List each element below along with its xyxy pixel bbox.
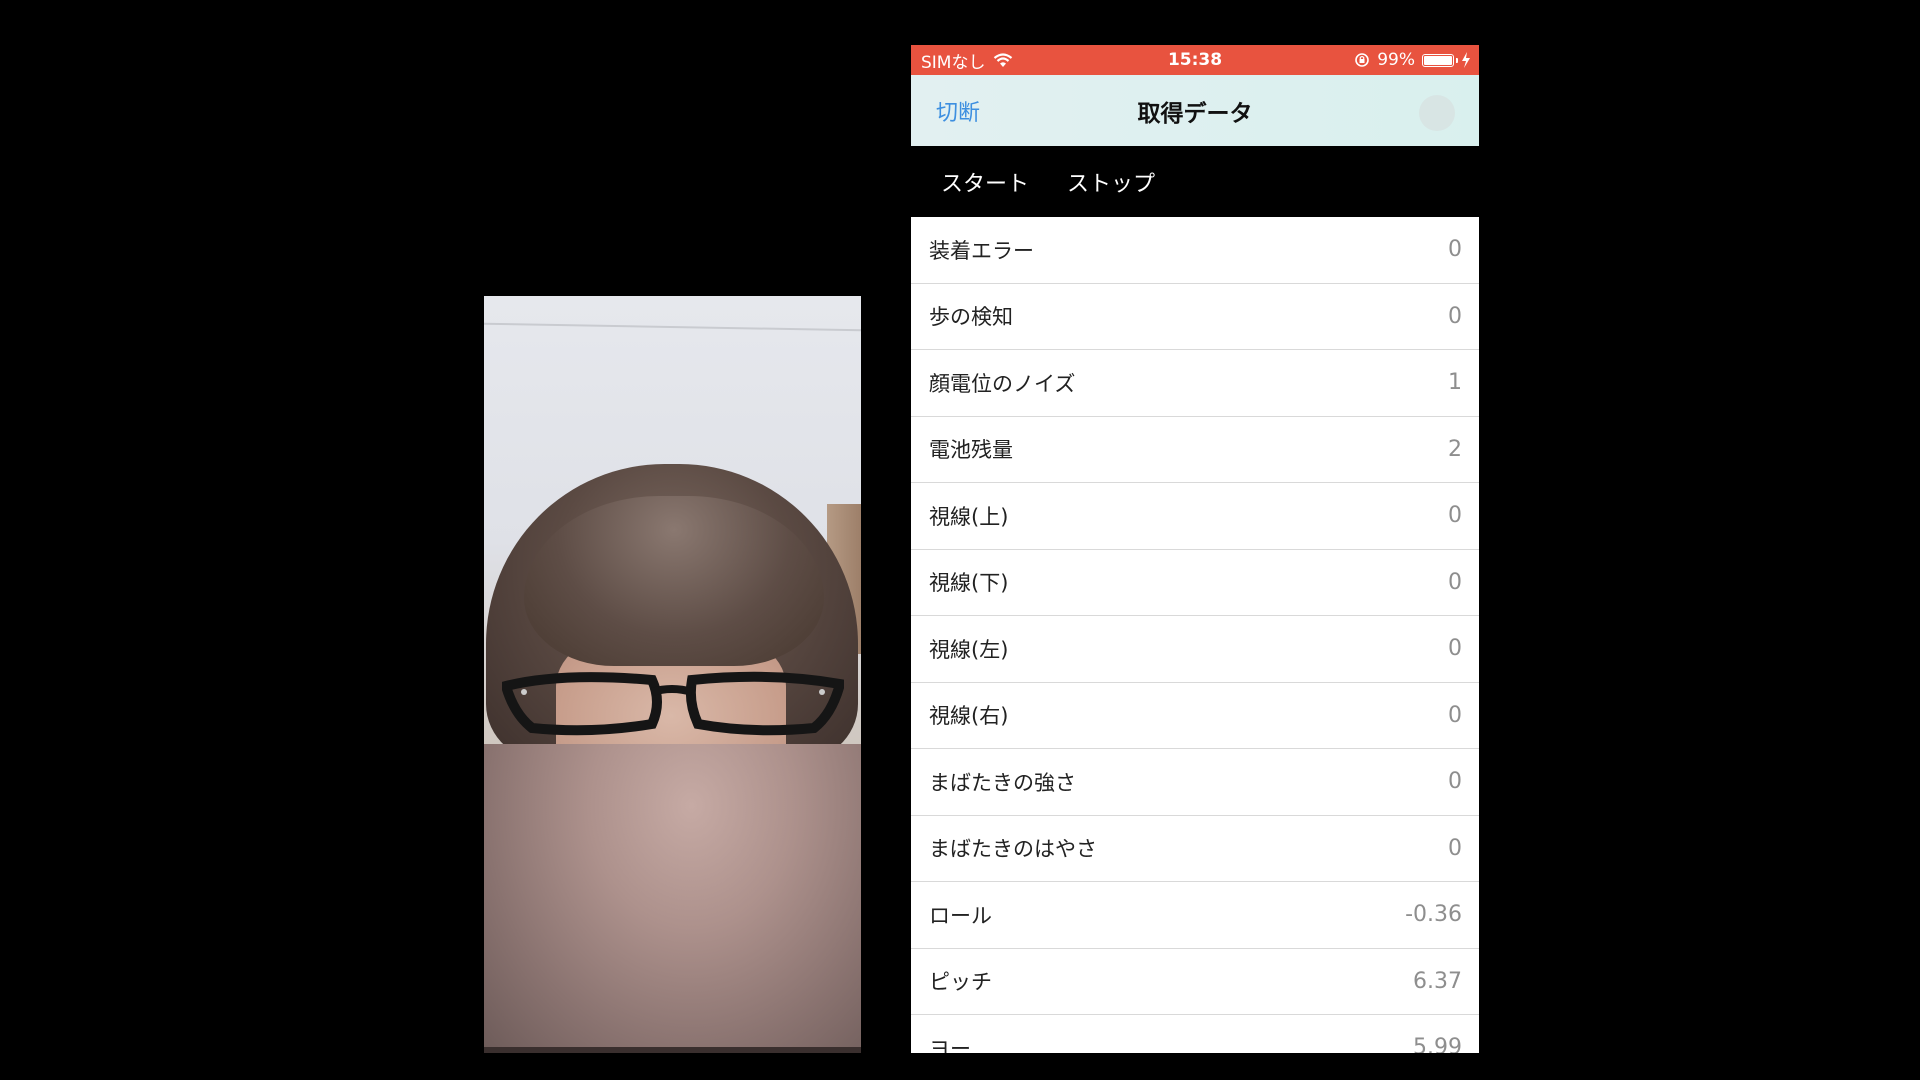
list-item-value: 0	[1448, 303, 1462, 329]
list-item[interactable]: 視線(下) 0	[911, 550, 1479, 616]
phone-screen: SIMなし 15:38 99% 切断 取得データ スタート ストップ 装着エラー…	[911, 45, 1479, 1053]
page-title: 取得データ	[1137, 100, 1253, 127]
list-item-value: 0	[1448, 237, 1462, 263]
list-item-value: 0	[1448, 503, 1462, 529]
status-time: 15:38	[1167, 50, 1223, 70]
disconnect-button[interactable]: 切断	[936, 95, 980, 127]
list-item-value: -0.36	[1405, 902, 1462, 928]
list-item-label: ヨー	[929, 1036, 971, 1053]
list-item[interactable]: 顔電位のノイズ 1	[911, 350, 1479, 417]
list-item-label: ピッチ	[929, 970, 992, 995]
carrier-label: SIMなし	[921, 52, 986, 73]
start-button[interactable]: スタート	[941, 166, 1029, 198]
person-bangs	[524, 496, 824, 666]
glasses-icon	[502, 671, 844, 736]
list-item[interactable]: 視線(右) 0	[911, 683, 1479, 749]
list-item-label: 視線(上)	[929, 504, 1009, 529]
wifi-icon	[994, 52, 1013, 67]
orientation-lock-icon	[1355, 53, 1370, 67]
list-item[interactable]: ピッチ 6.37	[911, 949, 1479, 1015]
toolbar: スタート ストップ	[911, 146, 1479, 217]
list-item-value: 6.37	[1413, 968, 1462, 994]
list-item-label: まばたきのはやさ	[929, 837, 1097, 862]
list-item-label: まばたきの強さ	[929, 770, 1076, 795]
list-item-label: 視線(左)	[929, 637, 1009, 662]
list-item[interactable]: まばたきの強さ 0	[911, 749, 1479, 816]
list-item-label: 装着エラー	[929, 238, 1034, 263]
list-item[interactable]: まばたきのはやさ 0	[911, 816, 1479, 882]
battery-level	[1424, 55, 1452, 65]
list-item-value: 0	[1448, 636, 1462, 662]
list-item-value: 0	[1448, 769, 1462, 795]
camera-preview	[484, 296, 861, 1053]
charging-bolt-icon	[1462, 52, 1470, 68]
list-item-value: 1	[1448, 370, 1462, 396]
list-item-label: 電池残量	[929, 438, 1013, 463]
status-left: SIMなし	[921, 48, 1013, 73]
status-right: 99%	[1354, 50, 1471, 70]
list-item[interactable]: 電池残量 2	[911, 417, 1479, 483]
list-item[interactable]: 装着エラー 0	[911, 217, 1479, 284]
navigation-bar: 切断 取得データ	[911, 75, 1479, 146]
battery-percent: 99%	[1377, 50, 1415, 70]
list-item-value: 5.99	[1413, 1035, 1462, 1053]
list-item-label: 顔電位のノイズ	[929, 371, 1076, 396]
nav-right-button[interactable]	[1419, 95, 1455, 131]
list-item-label: 歩の検知	[929, 305, 1013, 330]
ceiling-line	[484, 322, 861, 332]
battery-icon	[1422, 53, 1458, 67]
status-bar: SIMなし 15:38 99%	[911, 45, 1479, 75]
camera-bottom-edge	[484, 1047, 861, 1053]
list-item-value: 0	[1448, 569, 1462, 595]
list-item-value: 0	[1448, 835, 1462, 861]
list-item-label: ロール	[929, 903, 992, 928]
data-list: 装着エラー 0 歩の検知 0 顔電位のノイズ 1 電池残量 2 視線(上) 0 視線(下) 0 視線(左…	[911, 217, 1479, 1053]
list-item[interactable]: 視線(上) 0	[911, 483, 1479, 550]
list-item[interactable]: 視線(左) 0	[911, 616, 1479, 683]
list-item[interactable]: ヨー 5.99	[911, 1015, 1479, 1053]
blurred-region	[484, 744, 861, 1053]
list-item-label: 視線(右)	[929, 704, 1009, 729]
list-item[interactable]: ロール -0.36	[911, 882, 1479, 949]
list-item[interactable]: 歩の検知 0	[911, 284, 1479, 350]
list-item-value: 2	[1448, 436, 1462, 462]
stop-button[interactable]: ストップ	[1067, 166, 1155, 198]
list-item-label: 視線(下)	[929, 571, 1009, 596]
list-item-value: 0	[1448, 702, 1462, 728]
